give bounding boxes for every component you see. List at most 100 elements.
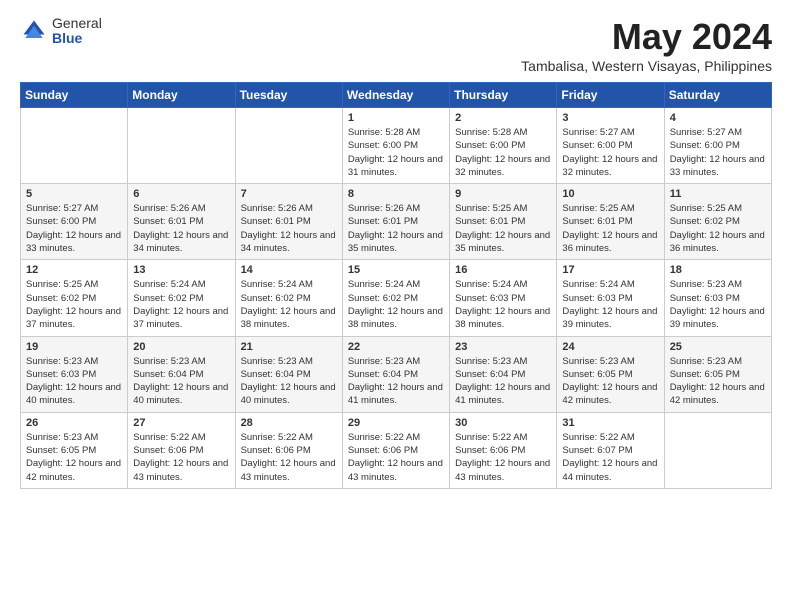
day-number: 11 — [670, 188, 766, 200]
day-number: 26 — [26, 417, 122, 429]
day-info: Sunrise: 5:25 AM Sunset: 6:02 PM Dayligh… — [26, 278, 122, 331]
calendar-cell: 9 Sunrise: 5:25 AM Sunset: 6:01 PM Daylig… — [450, 184, 557, 260]
calendar-cell: 22Sunrise: 5:23 AM Sunset: 6:04 PM Dayli… — [342, 336, 449, 412]
day-info: Sunrise: 5:23 AM Sunset: 6:05 PM Dayligh… — [670, 355, 766, 408]
calendar-cell: 28 Sunrise: 5:22 AM Sunset: 6:06 PM Dayli… — [235, 412, 342, 488]
logo-general: General — [52, 16, 102, 31]
day-number: 25 — [670, 341, 766, 353]
weekday-header: Wednesday — [342, 83, 449, 108]
calendar-cell: 1 Sunrise: 5:28 AM Sunset: 6:00 PM Daylig… — [342, 108, 449, 184]
day-info: Sunrise: 5:22 AM Sunset: 6:07 PM Dayligh… — [562, 431, 658, 484]
calendar-cell: 2Sunrise: 5:28 AM Sunset: 6:00 PM Daylig… — [450, 108, 557, 184]
day-info: Sunrise: 5:26 AM Sunset: 6:01 PM Dayligh… — [348, 202, 444, 255]
day-info: Sunrise: 5:24 AM Sunset: 6:02 PM Dayligh… — [133, 278, 229, 331]
calendar-cell: 31Sunrise: 5:22 AM Sunset: 6:07 PM Dayli… — [557, 412, 664, 488]
weekday-header: Saturday — [664, 83, 771, 108]
location: Tambalisa, Western Visayas, Philippines — [521, 58, 772, 74]
day-number: 17 — [562, 264, 658, 276]
day-info: Sunrise: 5:24 AM Sunset: 6:03 PM Dayligh… — [562, 278, 658, 331]
day-number: 4 — [670, 112, 766, 124]
calendar-cell: 8 Sunrise: 5:26 AM Sunset: 6:01 PM Daylig… — [342, 184, 449, 260]
calendar-cell: 6 Sunrise: 5:26 AM Sunset: 6:01 PM Daylig… — [128, 184, 235, 260]
day-number: 18 — [670, 264, 766, 276]
calendar-week-row: 1 Sunrise: 5:28 AM Sunset: 6:00 PM Daylig… — [21, 108, 772, 184]
calendar-cell: 11Sunrise: 5:25 AM Sunset: 6:02 PM Dayli… — [664, 184, 771, 260]
day-number: 6 — [133, 188, 229, 200]
day-number: 28 — [241, 417, 337, 429]
day-info: Sunrise: 5:23 AM Sunset: 6:05 PM Dayligh… — [26, 431, 122, 484]
calendar-cell: 19 Sunrise: 5:23 AM Sunset: 6:03 PM Dayli… — [21, 336, 128, 412]
day-number: 24 — [562, 341, 658, 353]
day-number: 1 — [348, 112, 444, 124]
weekday-header: Sunday — [21, 83, 128, 108]
day-number: 21 — [241, 341, 337, 353]
calendar-cell: 15 Sunrise: 5:24 AM Sunset: 6:02 PM Dayli… — [342, 260, 449, 336]
day-info: Sunrise: 5:25 AM Sunset: 6:01 PM Dayligh… — [562, 202, 658, 255]
day-info: Sunrise: 5:26 AM Sunset: 6:01 PM Dayligh… — [133, 202, 229, 255]
calendar-cell: 5 Sunrise: 5:27 AM Sunset: 6:00 PM Daylig… — [21, 184, 128, 260]
calendar-cell: 13 Sunrise: 5:24 AM Sunset: 6:02 PM Dayli… — [128, 260, 235, 336]
day-number: 20 — [133, 341, 229, 353]
day-info: Sunrise: 5:22 AM Sunset: 6:06 PM Dayligh… — [241, 431, 337, 484]
day-number: 30 — [455, 417, 551, 429]
calendar-cell: 16Sunrise: 5:24 AM Sunset: 6:03 PM Dayli… — [450, 260, 557, 336]
weekday-header: Thursday — [450, 83, 557, 108]
day-info: Sunrise: 5:24 AM Sunset: 6:02 PM Dayligh… — [348, 278, 444, 331]
calendar-cell: 3Sunrise: 5:27 AM Sunset: 6:00 PM Daylig… — [557, 108, 664, 184]
calendar-week-row: 5 Sunrise: 5:27 AM Sunset: 6:00 PM Daylig… — [21, 184, 772, 260]
day-number: 9 — [455, 188, 551, 200]
day-number: 27 — [133, 417, 229, 429]
calendar-cell — [21, 108, 128, 184]
calendar-cell: 18Sunrise: 5:23 AM Sunset: 6:03 PM Dayli… — [664, 260, 771, 336]
calendar-cell — [235, 108, 342, 184]
day-info: Sunrise: 5:25 AM Sunset: 6:01 PM Dayligh… — [455, 202, 551, 255]
calendar-cell: 30Sunrise: 5:22 AM Sunset: 6:06 PM Dayli… — [450, 412, 557, 488]
calendar-cell: 14Sunrise: 5:24 AM Sunset: 6:02 PM Dayli… — [235, 260, 342, 336]
calendar-cell: 4 Sunrise: 5:27 AM Sunset: 6:00 PM Daylig… — [664, 108, 771, 184]
calendar-cell: 23 Sunrise: 5:23 AM Sunset: 6:04 PM Dayli… — [450, 336, 557, 412]
day-info: Sunrise: 5:28 AM Sunset: 6:00 PM Dayligh… — [348, 126, 444, 179]
day-number: 22 — [348, 341, 444, 353]
calendar-cell: 25 Sunrise: 5:23 AM Sunset: 6:05 PM Dayli… — [664, 336, 771, 412]
page-header: General Blue May 2024 Tambalisa, Western… — [20, 16, 772, 74]
calendar-cell — [128, 108, 235, 184]
day-info: Sunrise: 5:26 AM Sunset: 6:01 PM Dayligh… — [241, 202, 337, 255]
calendar-header: SundayMondayTuesdayWednesdayThursdayFrid… — [21, 83, 772, 108]
day-number: 15 — [348, 264, 444, 276]
day-info: Sunrise: 5:28 AM Sunset: 6:00 PM Dayligh… — [455, 126, 551, 179]
calendar-cell: 12 Sunrise: 5:25 AM Sunset: 6:02 PM Dayli… — [21, 260, 128, 336]
day-info: Sunrise: 5:27 AM Sunset: 6:00 PM Dayligh… — [26, 202, 122, 255]
day-number: 23 — [455, 341, 551, 353]
weekday-header: Tuesday — [235, 83, 342, 108]
day-info: Sunrise: 5:24 AM Sunset: 6:03 PM Dayligh… — [455, 278, 551, 331]
calendar-cell: 17 Sunrise: 5:24 AM Sunset: 6:03 PM Dayli… — [557, 260, 664, 336]
calendar-table: SundayMondayTuesdayWednesdayThursdayFrid… — [20, 82, 772, 489]
calendar-cell: 24Sunrise: 5:23 AM Sunset: 6:05 PM Dayli… — [557, 336, 664, 412]
day-number: 10 — [562, 188, 658, 200]
weekday-row: SundayMondayTuesdayWednesdayThursdayFrid… — [21, 83, 772, 108]
calendar-week-row: 26 Sunrise: 5:23 AM Sunset: 6:05 PM Dayli… — [21, 412, 772, 488]
logo-icon — [20, 17, 48, 45]
weekday-header: Friday — [557, 83, 664, 108]
calendar-cell: 26 Sunrise: 5:23 AM Sunset: 6:05 PM Dayli… — [21, 412, 128, 488]
calendar-cell: 7 Sunrise: 5:26 AM Sunset: 6:01 PM Daylig… — [235, 184, 342, 260]
calendar-cell — [664, 412, 771, 488]
day-number: 5 — [26, 188, 122, 200]
day-info: Sunrise: 5:23 AM Sunset: 6:04 PM Dayligh… — [455, 355, 551, 408]
day-number: 8 — [348, 188, 444, 200]
day-info: Sunrise: 5:27 AM Sunset: 6:00 PM Dayligh… — [670, 126, 766, 179]
day-number: 7 — [241, 188, 337, 200]
day-number: 13 — [133, 264, 229, 276]
calendar-body: 1 Sunrise: 5:28 AM Sunset: 6:00 PM Daylig… — [21, 108, 772, 489]
day-number: 19 — [26, 341, 122, 353]
day-info: Sunrise: 5:22 AM Sunset: 6:06 PM Dayligh… — [348, 431, 444, 484]
logo: General Blue — [20, 16, 102, 47]
calendar-cell: 21 Sunrise: 5:23 AM Sunset: 6:04 PM Dayli… — [235, 336, 342, 412]
day-info: Sunrise: 5:22 AM Sunset: 6:06 PM Dayligh… — [133, 431, 229, 484]
logo-text: General Blue — [52, 16, 102, 47]
day-info: Sunrise: 5:23 AM Sunset: 6:04 PM Dayligh… — [241, 355, 337, 408]
day-number: 12 — [26, 264, 122, 276]
day-number: 3 — [562, 112, 658, 124]
day-info: Sunrise: 5:23 AM Sunset: 6:03 PM Dayligh… — [26, 355, 122, 408]
calendar-cell: 29Sunrise: 5:22 AM Sunset: 6:06 PM Dayli… — [342, 412, 449, 488]
